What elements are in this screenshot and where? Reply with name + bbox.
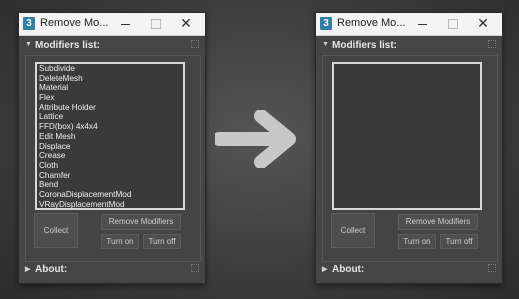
modifiers-panel: Subdivide DeleteMesh Material Flex Attribute… [25, 55, 201, 262]
modifiers-listbox[interactable] [332, 62, 482, 210]
maximize-button [438, 13, 468, 35]
title-bar[interactable]: 3 Remove Mo... ✕ [19, 13, 205, 36]
modifier-list-item[interactable]: Edit Mesh [37, 132, 183, 142]
about-label: About: [35, 264, 68, 275]
title-bar[interactable]: 3 Remove Mo... ✕ [316, 13, 502, 36]
modifier-list-item[interactable]: FFD(box) 4x4x4 [37, 122, 183, 132]
triangle-down-icon: ▼ [25, 41, 32, 48]
modifier-list-item[interactable]: CoronaDisplacementMod [37, 190, 183, 200]
turn-on-button[interactable]: Turn on [101, 234, 139, 249]
triangle-right-icon: ▶ [322, 266, 328, 273]
modifier-list-item[interactable]: DeleteMesh [37, 74, 183, 84]
minimize-icon [121, 24, 130, 25]
right-arrow-icon [215, 110, 296, 168]
minimize-button[interactable] [408, 13, 438, 35]
minimize-button[interactable] [111, 13, 141, 35]
triangle-down-icon: ▼ [322, 41, 329, 48]
modifier-list-item[interactable]: Chamfer [37, 171, 183, 181]
modifier-list-item[interactable]: Flex [37, 93, 183, 103]
remove-modifiers-button[interactable]: Remove Modifiers [101, 214, 181, 230]
window-title: Remove Mo... [337, 17, 406, 29]
modifiers-rollout-header[interactable]: ▼ Modifiers list: [319, 39, 497, 53]
collect-button[interactable]: Collect [34, 213, 78, 248]
modifier-list-item[interactable]: Cloth [37, 161, 183, 171]
grip-icon [191, 40, 199, 48]
modifiers-rollout-header[interactable]: ▼ Modifiers list: [22, 39, 200, 53]
remove-modifiers-button[interactable]: Remove Modifiers [398, 214, 478, 230]
window-title: Remove Mo... [40, 17, 109, 29]
modifier-list-item[interactable]: Bend [37, 180, 183, 190]
maximize-button [141, 13, 171, 35]
minimize-icon [418, 24, 427, 25]
modifier-list-item[interactable]: Material [37, 83, 183, 93]
maximize-icon [448, 19, 458, 29]
remove-modifiers-window-before: 3 Remove Mo... ✕ ▼ Modifiers list: Subdi… [18, 12, 206, 284]
about-rollout-header[interactable]: ▶ About: [22, 263, 200, 277]
modifiers-list-label: Modifiers list: [332, 40, 398, 51]
grip-icon [191, 264, 199, 272]
modifier-list-item[interactable]: Displace [37, 142, 183, 152]
grip-icon [488, 264, 496, 272]
3dsmax-app-icon: 3 [320, 17, 332, 30]
modifier-list-item[interactable]: Lattice [37, 112, 183, 122]
remove-modifiers-window-after: 3 Remove Mo... ✕ ▼ Modifiers list: Colle… [315, 12, 503, 284]
modifiers-panel: Collect Remove Modifiers Turn on Turn of… [322, 55, 498, 262]
collect-button[interactable]: Collect [331, 213, 375, 248]
turn-off-button[interactable]: Turn off [440, 234, 478, 249]
turn-off-button[interactable]: Turn off [143, 234, 181, 249]
3dsmax-app-icon: 3 [23, 17, 35, 30]
maximize-icon [151, 19, 161, 29]
modifier-list-item[interactable]: Subdivide [37, 64, 183, 74]
close-button[interactable]: ✕ [468, 13, 498, 35]
turn-on-button[interactable]: Turn on [398, 234, 436, 249]
close-icon: ✕ [477, 15, 489, 31]
about-rollout-header[interactable]: ▶ About: [319, 263, 497, 277]
about-label: About: [332, 264, 365, 275]
close-icon: ✕ [180, 15, 192, 31]
modifier-list-item[interactable]: Attribute Holder [37, 103, 183, 113]
modifiers-listbox[interactable]: Subdivide DeleteMesh Material Flex Attribute… [35, 62, 185, 210]
close-button[interactable]: ✕ [171, 13, 201, 35]
modifiers-list-label: Modifiers list: [35, 40, 101, 51]
triangle-right-icon: ▶ [25, 266, 31, 273]
modifier-list-item[interactable]: Crease [37, 151, 183, 161]
modifier-list-item[interactable]: VRayDisplacementMod [37, 200, 183, 208]
grip-icon [488, 40, 496, 48]
